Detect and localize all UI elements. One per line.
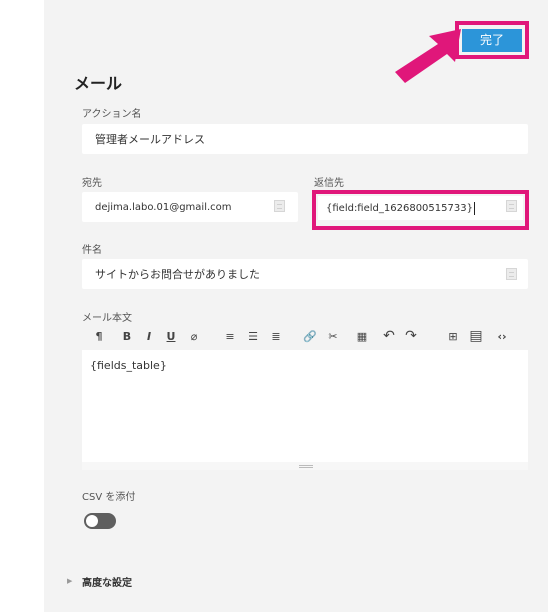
text-caret: [473, 201, 475, 215]
add-field-icon[interactable]: ⊞: [444, 327, 462, 345]
ordered-list-icon[interactable]: ≡: [221, 327, 239, 345]
paragraph-icon[interactable]: ¶: [90, 327, 108, 345]
align-icon[interactable]: ≣: [267, 327, 285, 345]
undo-icon[interactable]: ↶: [380, 327, 398, 345]
italic-icon[interactable]: I: [140, 327, 158, 345]
merge-tag-icon[interactable]: [274, 200, 285, 212]
merge-tag-icon[interactable]: [506, 268, 517, 280]
link-icon[interactable]: 🔗: [301, 327, 319, 345]
resize-grip-icon[interactable]: [299, 465, 313, 468]
expand-arrow-icon[interactable]: ▶: [67, 577, 72, 585]
toggle-knob: [86, 515, 98, 527]
subject-label: 件名: [82, 245, 102, 256]
eraser-icon[interactable]: ⌀: [185, 327, 203, 345]
to-label: 宛先: [82, 178, 102, 189]
done-button[interactable]: 完了: [462, 29, 522, 52]
to-value: dejima.labo.01@gmail.com: [95, 201, 232, 213]
email-body-editor[interactable]: {fields_table}: [82, 350, 528, 462]
to-field[interactable]: dejima.labo.01@gmail.com: [82, 192, 298, 222]
action-name-label: アクション名: [82, 109, 142, 120]
reply-to-label: 返信先: [314, 178, 344, 189]
left-canvas-area: [0, 38, 44, 612]
body-label: メール本文: [82, 313, 132, 324]
action-name-field[interactable]: 管理者メールアドレス: [82, 124, 528, 154]
reply-to-field[interactable]: {field:field_1626800515733}: [318, 196, 523, 220]
editor-toolbar: ¶ B I U ⌀ ≡ ☰ ≣ 🔗 ✂ ▦ ↶ ↷ ⊞ ▤ ‹›: [82, 323, 528, 350]
unlink-icon[interactable]: ✂: [324, 327, 342, 345]
fields-table-icon[interactable]: ▤: [467, 327, 485, 345]
code-icon[interactable]: ‹›: [493, 327, 511, 345]
subject-field[interactable]: サイトからお問合せがありました: [82, 259, 528, 289]
section-title: メール: [74, 74, 123, 93]
underline-icon[interactable]: U: [162, 327, 180, 345]
redo-icon[interactable]: ↷: [402, 327, 420, 345]
unordered-list-icon[interactable]: ☰: [244, 327, 262, 345]
reply-to-value: {field:field_1626800515733}: [326, 202, 473, 214]
csv-label: CSV を添付: [82, 492, 136, 503]
merge-tag-icon[interactable]: [506, 200, 517, 212]
advanced-settings-toggle[interactable]: 高度な設定: [82, 574, 132, 589]
bold-icon[interactable]: B: [118, 327, 136, 345]
pointer-arrow-icon: [395, 29, 461, 83]
table-icon[interactable]: ▦: [353, 327, 371, 345]
